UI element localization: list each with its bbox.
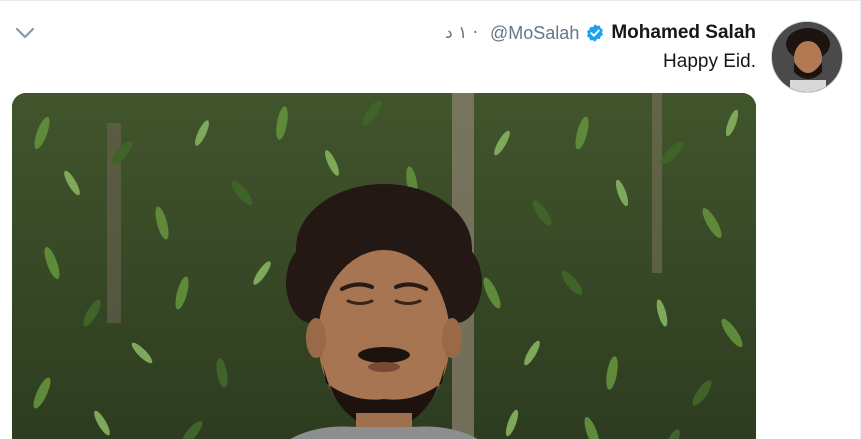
user-handle[interactable]: @MoSalah — [490, 23, 579, 44]
tweet-card: Mohamed Salah @MoSalah ١ د · Happy Eid. — [0, 0, 861, 439]
tweet-media-image[interactable] — [12, 93, 756, 439]
verified-badge-icon — [585, 23, 605, 43]
avatar[interactable] — [771, 21, 843, 93]
tweet-text: Happy Eid. — [663, 51, 756, 72]
tweet-header: Mohamed Salah @MoSalah ١ د · — [445, 21, 756, 45]
display-name[interactable]: Mohamed Salah — [611, 22, 756, 44]
chevron-down-icon[interactable] — [14, 25, 36, 41]
tweet-timestamp[interactable]: ١ د · — [445, 23, 478, 43]
